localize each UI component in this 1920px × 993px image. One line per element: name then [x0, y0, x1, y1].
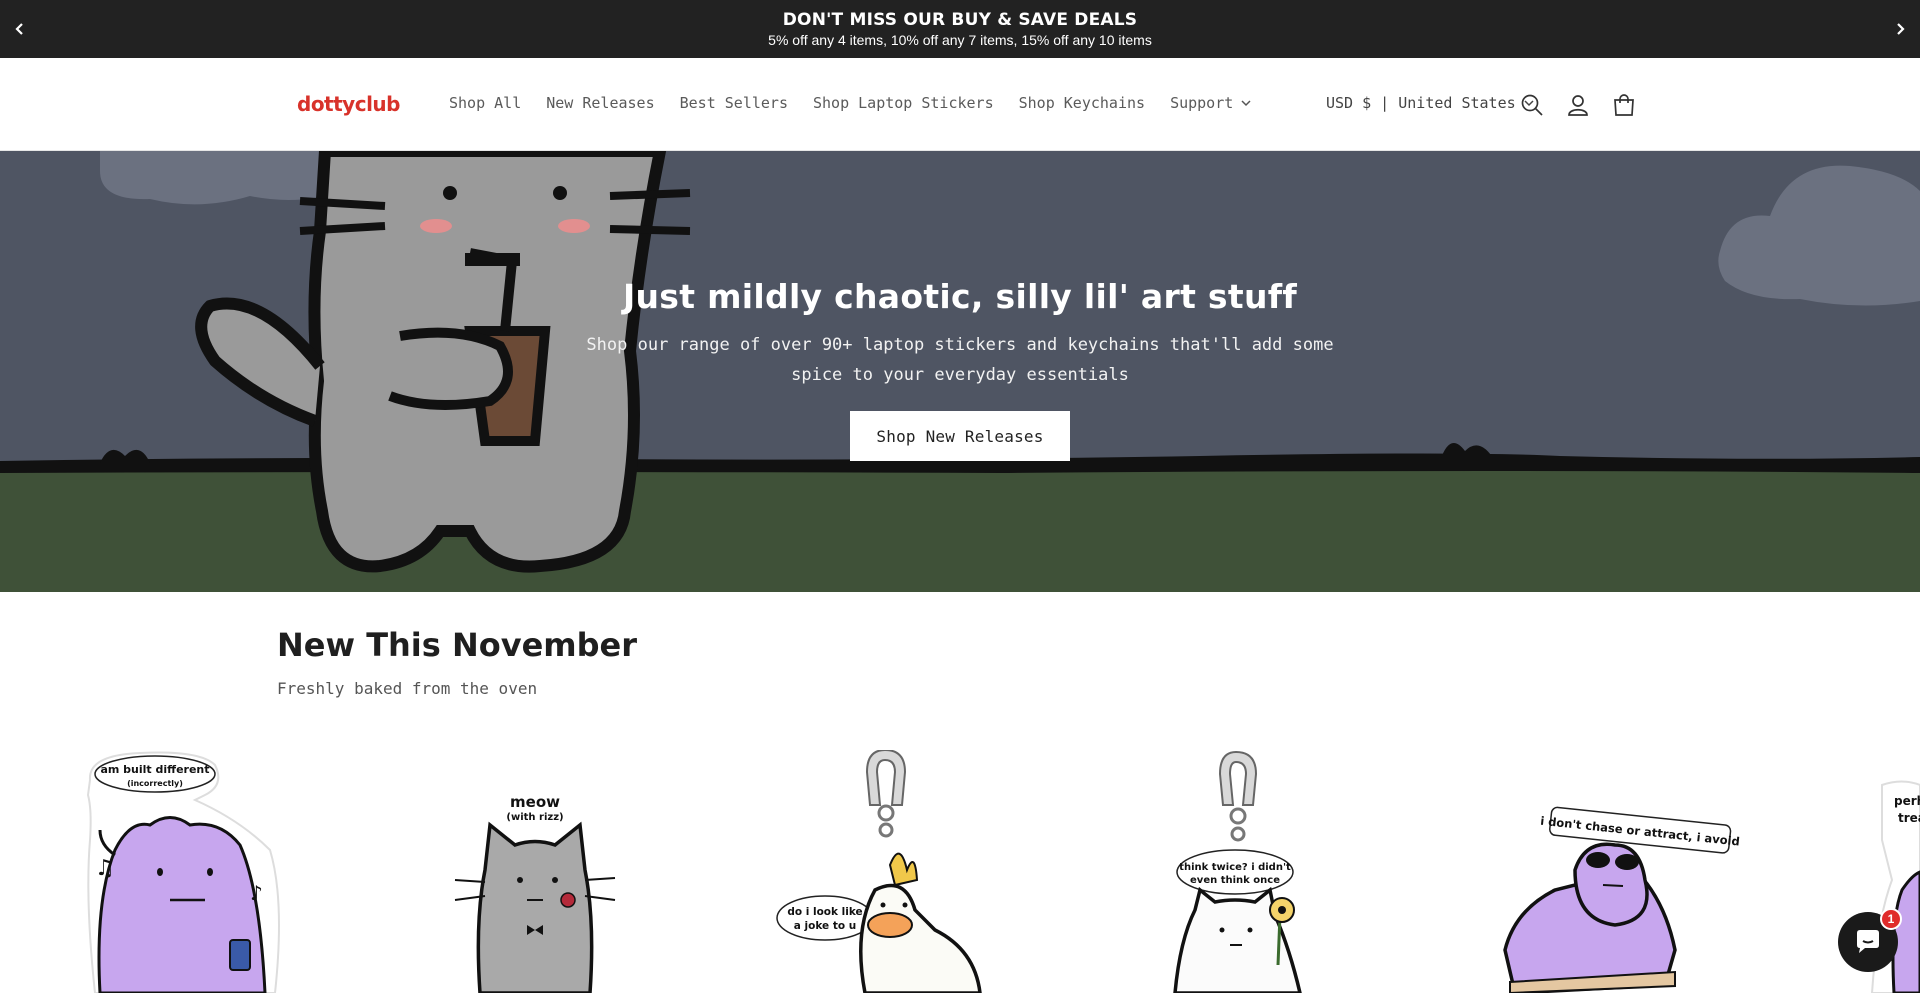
cart-icon: [1614, 94, 1634, 116]
svg-text:♫: ♫: [95, 856, 115, 881]
site-logo[interactable]: dottyclub: [297, 92, 400, 116]
account-button[interactable]: [1565, 92, 1591, 118]
product-caption-line2: (incorrectly): [127, 779, 183, 788]
product-caption-line1: think twice? i didn't: [1179, 862, 1291, 873]
product-caption-line2: a joke to u: [794, 920, 856, 932]
hero-title: Just mildly chaotic, silly lil' art stuf…: [622, 277, 1298, 316]
product-image: meow (with rizz): [454, 789, 616, 993]
site-header: dottyclub Shop All New Releases Best Sel…: [0, 58, 1920, 151]
nav-shop-all[interactable]: Shop All: [449, 94, 521, 112]
product-caption-line1: meow: [510, 793, 560, 811]
announcement-bar: DON'T MISS OUR BUY & SAVE DEALS 5% off a…: [0, 0, 1920, 58]
shop-new-releases-button[interactable]: Shop New Releases: [850, 411, 1070, 461]
chevron-down-icon: [1241, 99, 1251, 106]
product-card[interactable]: am built different (incorrectly) ♫ ♪: [80, 750, 290, 993]
nav-shop-laptop-stickers[interactable]: Shop Laptop Stickers: [813, 94, 994, 112]
nav-support-label: Support: [1170, 94, 1234, 112]
product-caption-line1: perh: [1894, 794, 1920, 808]
section-title: New This November: [277, 626, 638, 664]
product-caption-line2: even think once: [1190, 875, 1280, 886]
product-image: am built different (incorrectly) ♫ ♪: [86, 751, 280, 993]
currency-selector[interactable]: USD $ | United States: [1326, 94, 1534, 112]
chevron-right-icon: [1897, 23, 1905, 35]
product-caption-line2: (with rizz): [506, 812, 563, 823]
product-card[interactable]: meow (with rizz): [445, 750, 625, 993]
cart-button[interactable]: [1611, 92, 1637, 118]
currency-label: USD $ | United States: [1326, 94, 1516, 112]
chat-button[interactable]: 1: [1838, 908, 1902, 972]
product-image: think twice? i didn't even think once: [1173, 750, 1302, 993]
product-caption-line1: do i look like: [787, 906, 862, 918]
search-button[interactable]: [1519, 92, 1545, 118]
chat-notification-badge: 1: [1880, 908, 1902, 930]
nav-new-releases[interactable]: New Releases: [546, 94, 654, 112]
product-image: i don't chase or attract, i avoid: [1503, 806, 1740, 993]
nav-best-sellers[interactable]: Best Sellers: [680, 94, 788, 112]
svg-text:♪: ♪: [250, 881, 263, 905]
product-card[interactable]: do i look like a joke to u: [775, 748, 990, 993]
announcement-subtitle: 5% off any 4 items, 10% off any 7 items,…: [768, 32, 1152, 48]
nav-support[interactable]: Support: [1170, 94, 1251, 112]
account-icon: [1568, 95, 1588, 116]
product-card[interactable]: i don't chase or attract, i avoid: [1495, 750, 1740, 993]
main-nav: Shop All New Releases Best Sellers Shop …: [449, 94, 1276, 112]
search-icon: [1521, 94, 1543, 116]
section-subtitle: Freshly baked from the oven: [277, 679, 538, 698]
next-announcement-button[interactable]: [1888, 17, 1912, 41]
chat-bubble-icon: [1857, 930, 1879, 953]
announcement-title[interactable]: DON'T MISS OUR BUY & SAVE DEALS: [0, 10, 1920, 30]
product-image: do i look like a joke to u: [776, 748, 982, 993]
product-caption-line2: trea: [1898, 811, 1920, 825]
nav-shop-keychains[interactable]: Shop Keychains: [1019, 94, 1145, 112]
hero-banner: Just mildly chaotic, silly lil' art stuf…: [0, 151, 1920, 592]
product-card[interactable]: think twice? i didn't even think once: [1150, 750, 1360, 993]
product-caption-line1: am built different: [100, 763, 209, 776]
hero-subtitle: Shop our range of over 90+ laptop sticke…: [586, 335, 1334, 385]
